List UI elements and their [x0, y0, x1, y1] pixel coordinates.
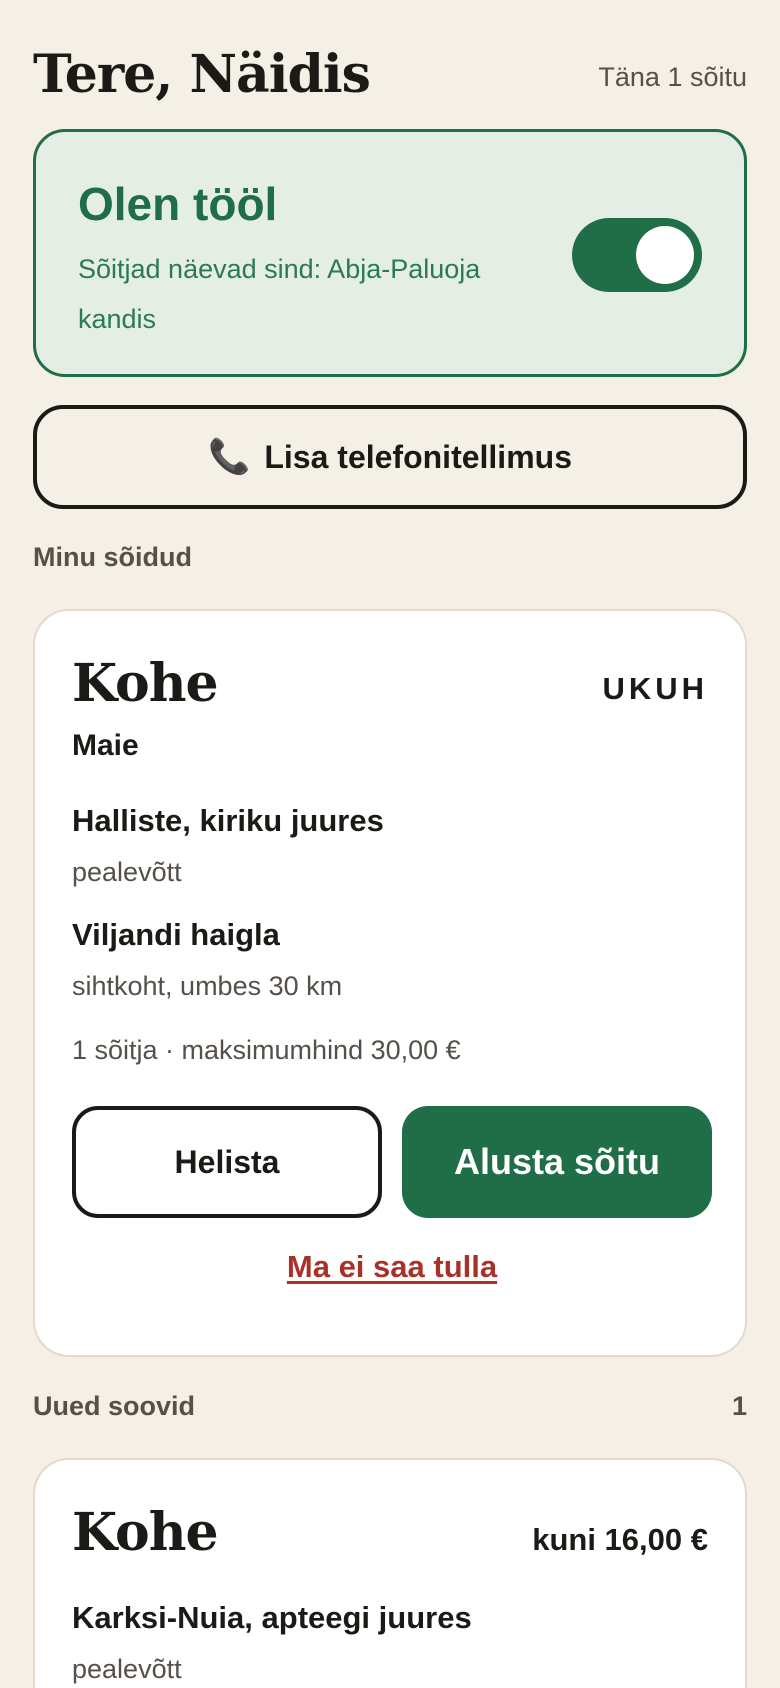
work-status-title: Olen tööl [78, 178, 278, 230]
work-status-subtitle: Sõitjad näevad sind: Abja-Paluoja kandis [78, 254, 481, 334]
add-phone-order-label: Lisa telefonitellimus [264, 438, 572, 475]
pickup-label: pealevõtt [72, 857, 182, 887]
new-requests-section-label: Uued soovid [33, 1391, 196, 1421]
destination-name: Viljandi haigla [72, 917, 280, 952]
start-ride-button[interactable]: Alusta sõitu [402, 1106, 712, 1218]
work-status-card: Olen tööl Sõitjad näevad sind: Abja-Palu… [33, 129, 747, 377]
destination-label: sihtkoht, umbes 30 km [72, 971, 343, 1001]
request-when: Kohe [72, 1502, 219, 1563]
phone-icon: 📞 [208, 438, 251, 476]
my-ride-card: Kohe UKUH Maie Halliste, kiriku juures p… [33, 609, 747, 1357]
request-pickup-label: pealevõtt [72, 1654, 182, 1684]
cannot-come-link[interactable]: Ma ei saa tulla [35, 1249, 749, 1285]
page-title: Tere, Näidis [33, 44, 371, 105]
toggle-knob [636, 226, 694, 284]
new-requests-count: 1 [731, 1391, 747, 1421]
ride-meta: 1 sõitja · maksimumhind 30,00 € [72, 1035, 461, 1065]
request-price: kuni 16,00 € [532, 1522, 708, 1557]
ride-code: UKUH [602, 671, 708, 706]
work-status-toggle[interactable] [572, 218, 702, 292]
new-request-card[interactable]: Kohe kuni 16,00 € Karksi-Nuia, apteegi j… [33, 1458, 747, 1688]
ride-when: Kohe [72, 653, 219, 714]
my-rides-section-label: Minu sõidud [33, 542, 192, 572]
rider-name: Maie [72, 729, 139, 762]
request-pickup-name: Karksi-Nuia, apteegi juures [72, 1600, 472, 1635]
header: Tere, Näidis Täna 1 sõitu [33, 44, 747, 114]
today-rides-count: Täna 1 sõitu [598, 62, 747, 92]
add-phone-order-button[interactable]: 📞 Lisa telefonitellimus [33, 405, 747, 509]
call-button[interactable]: Helista [72, 1106, 382, 1218]
pickup-name: Halliste, kiriku juures [72, 803, 384, 838]
